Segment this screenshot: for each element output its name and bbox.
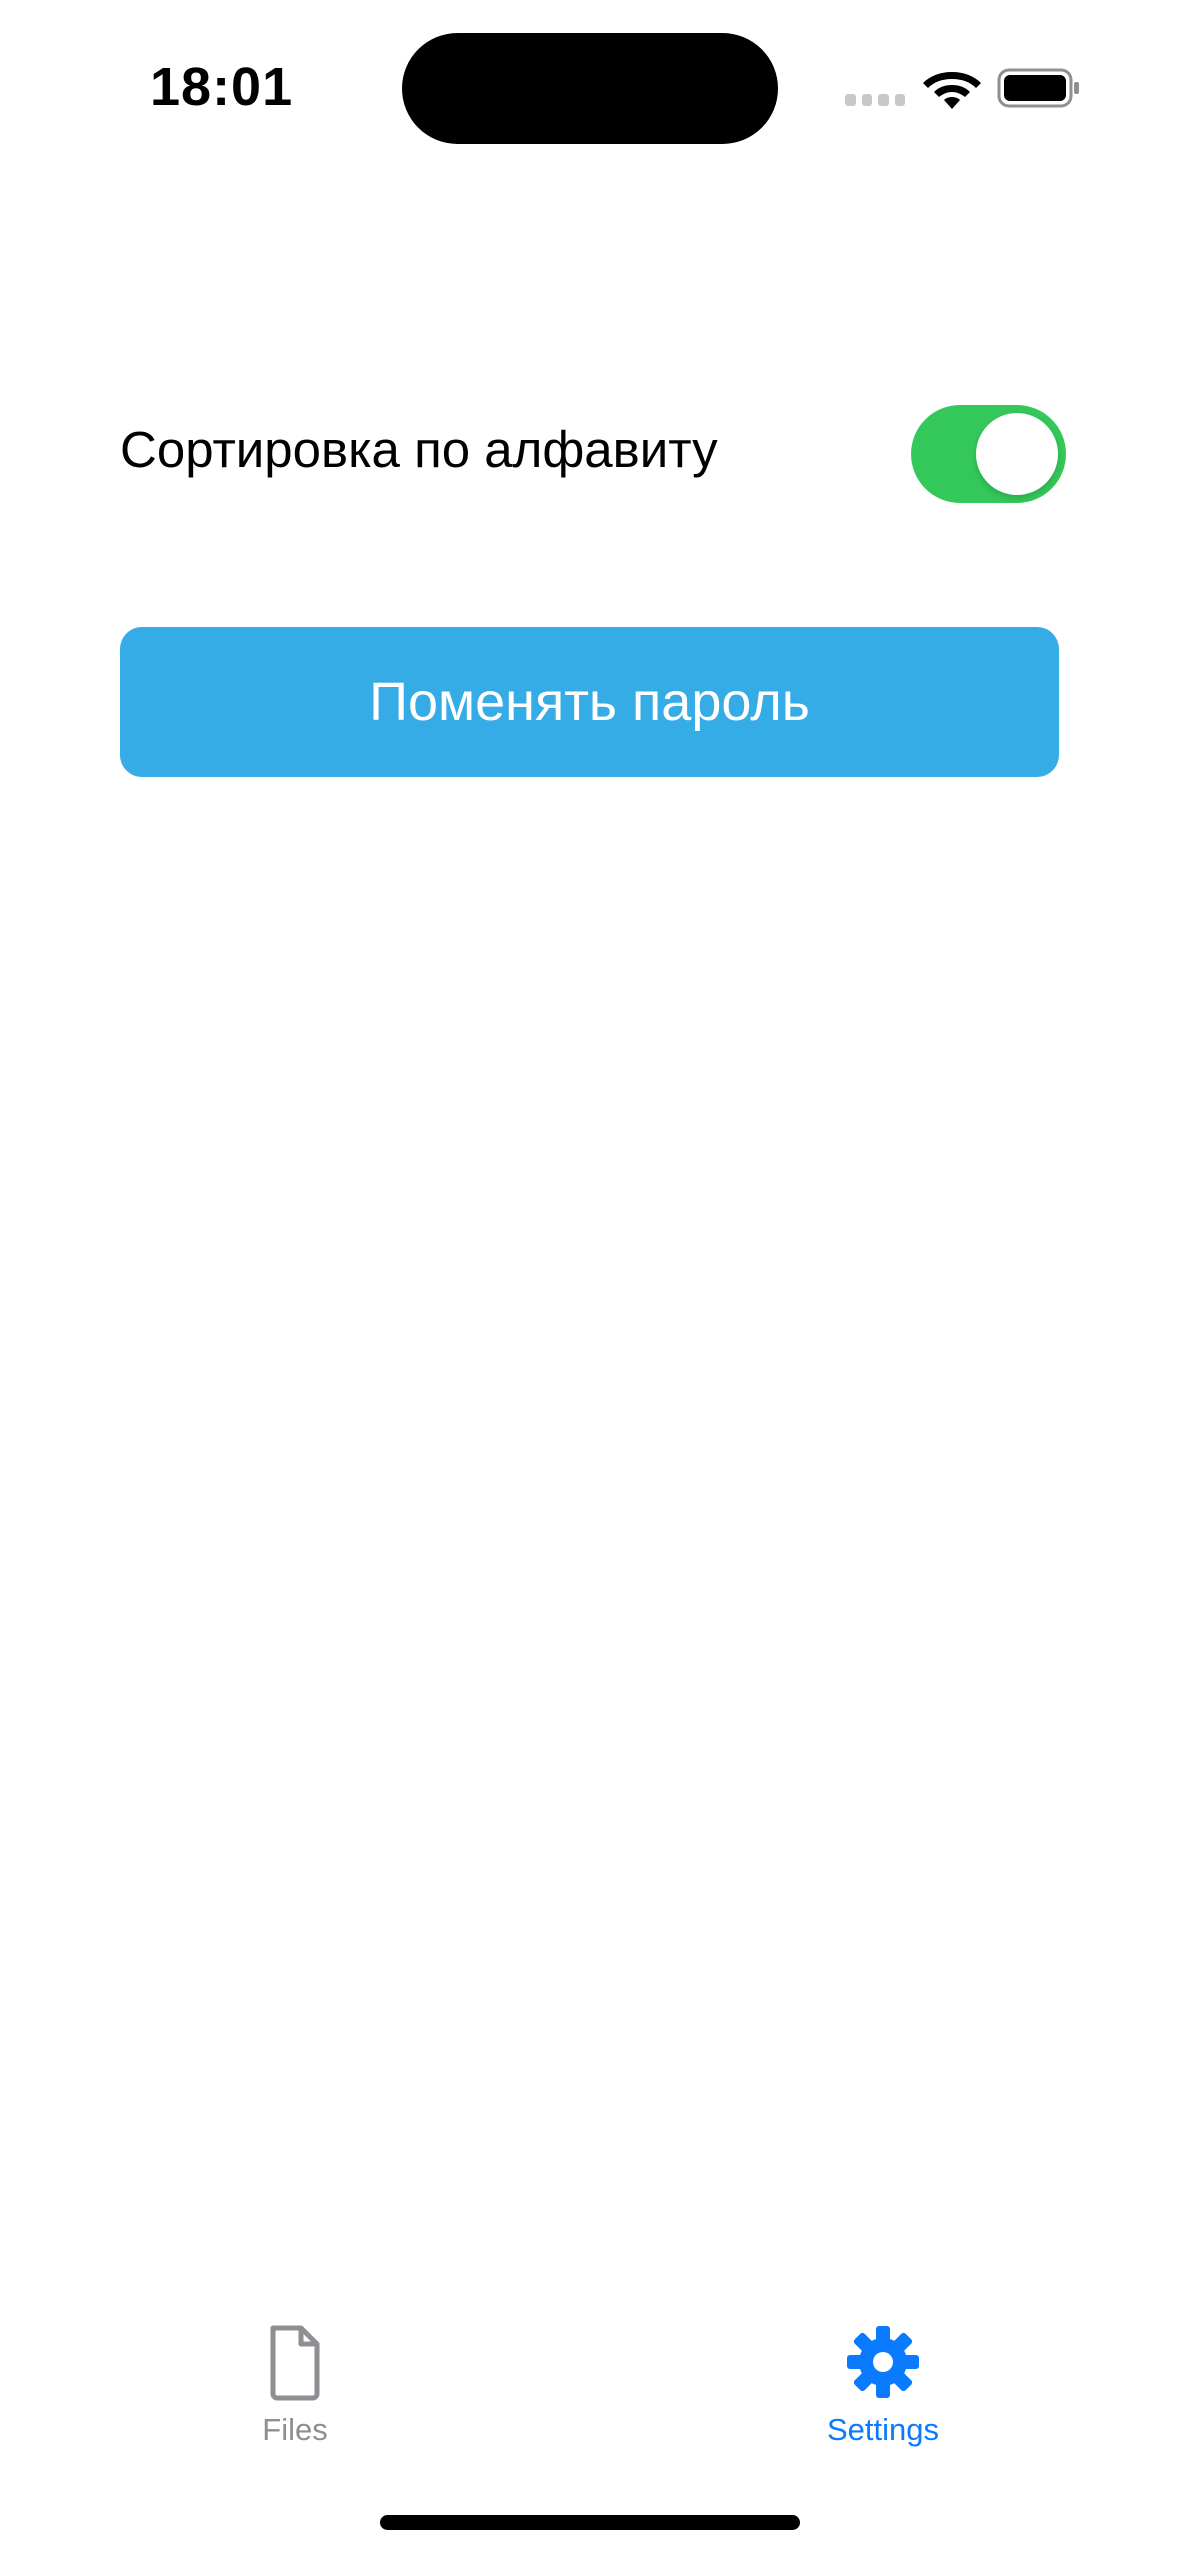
change-password-button[interactable]: Поменять пароль [120,627,1059,777]
sort-alphabetically-row: Сортировка по алфавиту [120,405,1066,515]
tab-settings-label: Settings [826,2412,939,2447]
tab-bar: Files Settings [0,2300,1179,2480]
sort-alphabetically-label: Сортировка по алфавиту [120,421,718,478]
home-indicator[interactable] [380,2515,800,2530]
tab-files-label: Files [262,2412,328,2447]
sort-alphabetically-toggle[interactable] [911,405,1066,503]
document-icon [270,2325,320,2401]
cellular-signal-icon [845,94,905,108]
tab-files[interactable]: Files [145,2322,445,2472]
gear-icon [847,2326,919,2398]
battery-icon [997,68,1079,108]
dynamic-island [402,33,778,144]
tab-settings[interactable]: Settings [733,2322,1033,2472]
status-time: 18:01 [150,57,294,117]
toggle-knob [976,413,1058,495]
wifi-icon [923,72,981,109]
